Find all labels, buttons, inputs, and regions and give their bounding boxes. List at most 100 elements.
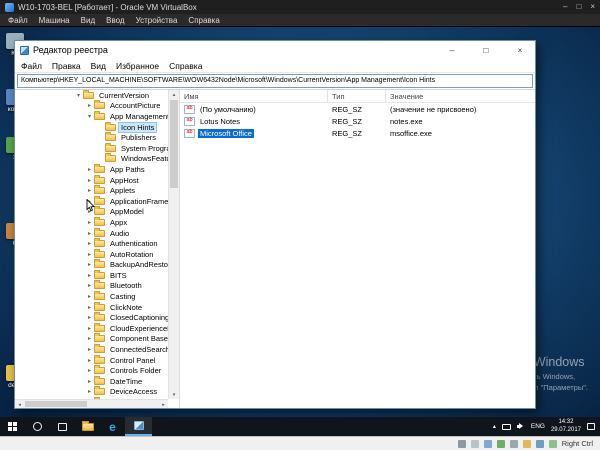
tree-chevron-icon[interactable]: ▸ [86,272,93,279]
language-indicator[interactable]: ENG [531,423,545,430]
vbox-menu-item[interactable]: Устройства [136,16,178,25]
registry-tree-item[interactable]: ▸ ApplicationFrame [15,195,168,207]
action-center-icon[interactable] [587,423,595,430]
vbox-menu-item[interactable]: Машина [39,16,70,25]
registry-tree-item[interactable]: Publishers [15,132,168,143]
vbox-close-button[interactable]: × [590,0,595,14]
start-button[interactable] [0,417,25,436]
tree-chevron-icon[interactable]: ▸ [86,102,93,109]
registry-tree-item[interactable]: ▸ AccountPicture [15,100,168,112]
tree-chevron-icon[interactable]: ▸ [86,230,93,237]
scroll-left-icon[interactable]: ◂ [15,400,24,408]
registry-value-row[interactable]: ab Lotus Notes REG_SZ notes.exe [180,115,535,127]
tree-chevron-icon[interactable]: ▸ [86,261,93,268]
edge-button[interactable]: e [100,417,125,436]
cortana-button[interactable] [25,417,50,436]
volume-icon[interactable] [516,423,525,431]
column-header[interactable]: Тип [328,90,386,102]
registry-tree-item[interactable]: ▸ AutoRotation [15,248,168,260]
registry-tree-item[interactable]: ▸ App Paths [15,163,168,175]
tree-chevron-icon[interactable]: ▸ [86,388,93,395]
tree-chevron-icon[interactable]: ▸ [86,293,93,300]
tree-chevron-icon[interactable]: ▸ [86,367,93,374]
registry-tree-item[interactable]: ▸ BackupAndRestor [15,259,168,271]
registry-tree-item[interactable]: ▸ Audio [15,227,168,239]
scroll-up-icon[interactable]: ▴ [169,90,179,99]
registry-tree-item[interactable]: ▸ AppHost [15,174,168,186]
tree-chevron-icon[interactable]: ▸ [86,177,93,184]
registry-tree-item[interactable]: ▸ Casting [15,291,168,302]
tree-chevron-icon[interactable]: ▸ [86,282,93,289]
registry-tree-item[interactable]: System Progra [15,142,168,154]
tree-chevron-icon[interactable]: ▾ [86,113,93,120]
registry-editor-titlebar[interactable]: Редактор реестра – □ × [15,41,535,59]
registry-tree-item[interactable]: ▸ CloudExperienceH [15,322,168,334]
tree-chevron-icon[interactable]: ▸ [86,346,93,353]
scroll-down-icon[interactable]: ▾ [169,390,179,399]
tree-chevron-icon[interactable]: ▸ [86,251,93,258]
vbox-menu-item[interactable]: Файл [8,16,28,25]
tree-chevron-icon[interactable]: ▸ [86,378,93,385]
registry-tree-item[interactable]: WindowsFeatu [15,153,168,165]
registry-tree-item[interactable]: ▸ DeviceAccess [15,386,168,398]
tree-chevron-icon[interactable]: ▸ [86,187,93,194]
tree-chevron-icon[interactable]: ▾ [75,92,82,99]
registry-path-input[interactable]: Компьютер\HKEY_LOCAL_MACHINE\SOFTWARE\WO… [17,74,533,88]
virtualbox-titlebar[interactable]: W10-1703-BEL [Работает] - Oracle VM Virt… [0,0,600,14]
tree-chevron-icon[interactable]: ▸ [86,325,93,332]
hdd-status-icon[interactable] [457,439,466,448]
tree-chevron-icon[interactable]: ▸ [86,314,93,321]
shared-folder-status-icon[interactable] [522,439,531,448]
vbox-menu-item[interactable]: Ввод [106,16,124,25]
vbox-minimize-button[interactable]: – [563,0,567,14]
display-status-icon[interactable] [535,439,544,448]
registry-value-row[interactable]: ab Microsoft Office REG_SZ msoffice.exe [180,127,535,139]
regedit-menu-item[interactable]: Справка [169,61,202,71]
registry-tree-item[interactable]: ▸ ClickNote [15,301,168,313]
tree-chevron-icon[interactable]: ▸ [86,219,93,226]
column-header[interactable]: Имя [180,90,328,102]
registry-tree-item[interactable]: ▸ Controls Folder [15,365,168,376]
task-view-button[interactable] [50,417,75,436]
registry-tree-item[interactable]: ▸ Control Panel [15,354,168,366]
registry-tree-item[interactable]: ▸ DateTime [15,375,168,387]
registry-tree-item[interactable]: ▸ BITS [15,269,168,281]
usb-status-icon[interactable] [509,439,518,448]
regedit-menu-item[interactable]: Правка [52,61,81,71]
registry-tree-item[interactable]: ▾ CurrentVersion [15,90,168,101]
vbox-maximize-button[interactable]: □ [576,0,581,14]
network-status-icon[interactable] [496,439,505,448]
vbox-menu-item[interactable]: Вид [81,16,95,25]
mouse-status-icon[interactable] [548,439,557,448]
taskbar-clock[interactable]: 14:32 29.07.2017 [551,419,581,434]
audio-status-icon[interactable] [483,439,492,448]
network-icon[interactable] [501,423,511,430]
registry-tree-item[interactable]: ▸ ConnectedSearch [15,344,168,355]
horizontal-scroll-thumb[interactable] [25,401,87,407]
tree-chevron-icon[interactable]: ▸ [86,198,93,205]
tree-horizontal-scrollbar[interactable]: ◂ ▸ [15,399,168,408]
registry-tree-item[interactable]: ▸ Bluetooth [15,280,168,292]
regedit-maximize-button[interactable]: □ [471,41,501,59]
registry-tree-item[interactable]: ▸ AppModel [15,206,168,218]
tree-chevron-icon[interactable]: ▸ [86,208,93,215]
registry-value-row[interactable]: ab (По умолчанию) REG_SZ (значение не пр… [180,103,535,115]
tree-chevron-icon[interactable]: ▸ [86,335,93,342]
hidden-icons-button[interactable]: ▴ [493,423,496,430]
registry-tree-item[interactable]: ▸ Appx [15,216,168,228]
file-explorer-button[interactable] [75,417,100,436]
registry-tree-item[interactable]: ▸ Authentication [15,238,168,249]
regedit-menu-item[interactable]: Вид [91,61,106,71]
regedit-menu-item[interactable]: Файл [21,61,42,71]
tree-chevron-icon[interactable]: ▸ [86,304,93,311]
tree-chevron-icon[interactable]: ▸ [86,240,93,247]
regedit-close-button[interactable]: × [505,41,535,59]
registry-tree-item[interactable]: ▸ Applets [15,185,168,196]
registry-tree-item[interactable]: ▾ App Management [15,110,168,122]
column-header[interactable]: Значение [386,90,535,102]
cd-status-icon[interactable] [470,439,479,448]
regedit-menu-item[interactable]: Избранное [116,61,159,71]
tree-chevron-icon[interactable]: ▸ [86,357,93,364]
registry-tree-item[interactable]: ▸ Component Base [15,333,168,345]
regedit-taskbar-button[interactable] [125,417,152,436]
